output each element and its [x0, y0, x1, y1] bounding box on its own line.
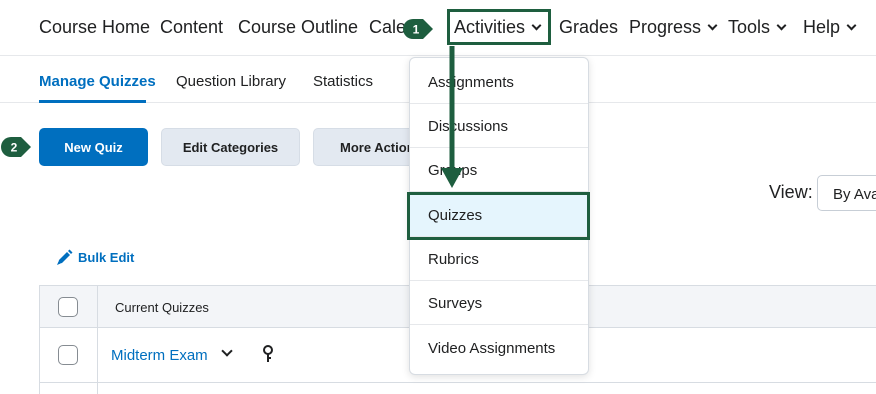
menu-item-rubrics[interactable]: Rubrics: [410, 237, 588, 281]
row-divider: [40, 382, 876, 383]
view-select[interactable]: By Ava: [817, 175, 876, 211]
menu-item-video-assignments[interactable]: Video Assignments: [410, 326, 588, 370]
nav-content[interactable]: Content: [160, 17, 223, 38]
nav-tools[interactable]: Tools: [728, 17, 787, 38]
key-icon: [263, 345, 273, 362]
tab-question-library[interactable]: Question Library: [176, 73, 286, 90]
step-2-number: 2: [11, 141, 18, 155]
nav-calendar[interactable]: Cale: [369, 17, 406, 38]
chevron-down-icon: [846, 20, 857, 31]
menu-item-surveys[interactable]: Surveys: [410, 281, 588, 325]
chevron-down-icon: [707, 20, 718, 31]
nav-help[interactable]: Help: [803, 17, 857, 38]
tab-manage-quizzes[interactable]: Manage Quizzes: [39, 73, 156, 90]
top-navigation: Course Home Content Course Outline Cale …: [0, 0, 876, 56]
nav-course-outline[interactable]: Course Outline: [238, 17, 358, 38]
pencil-icon: [57, 249, 73, 265]
step-1-callout-icon: 1: [403, 19, 433, 39]
active-tab-indicator: [39, 100, 146, 103]
more-actions-button[interactable]: More Action: [313, 128, 423, 166]
view-label: View:: [769, 182, 813, 202]
chevron-down-icon: [776, 20, 787, 31]
nav-progress[interactable]: Progress: [629, 17, 718, 38]
column-header-current-quizzes: Current Quizzes: [115, 300, 209, 315]
bulk-edit-label: Bulk Edit: [78, 250, 135, 265]
column-divider: [97, 286, 98, 394]
quizzes-highlight-box: [407, 192, 590, 240]
menu-item-groups[interactable]: Groups: [410, 148, 588, 192]
menu-item-discussions[interactable]: Discussions: [410, 104, 588, 148]
nav-grades[interactable]: Grades: [559, 17, 618, 38]
step-1-number: 1: [413, 23, 420, 37]
select-all-checkbox[interactable]: [58, 297, 78, 317]
new-quiz-button[interactable]: New Quiz: [39, 128, 148, 166]
edit-categories-button[interactable]: Edit Categories: [161, 128, 300, 166]
nav-course-home[interactable]: Course Home: [39, 17, 150, 38]
chevron-down-icon[interactable]: [221, 345, 233, 357]
tab-statistics[interactable]: Statistics: [313, 73, 373, 90]
bulk-edit-button[interactable]: Bulk Edit: [56, 249, 134, 266]
menu-item-assignments[interactable]: Assignments: [410, 60, 588, 104]
quiz-link[interactable]: Midterm Exam: [111, 347, 208, 364]
step-2-callout-icon: 2: [1, 137, 31, 157]
activities-highlight-box: [447, 9, 551, 45]
row-checkbox[interactable]: [58, 345, 78, 365]
